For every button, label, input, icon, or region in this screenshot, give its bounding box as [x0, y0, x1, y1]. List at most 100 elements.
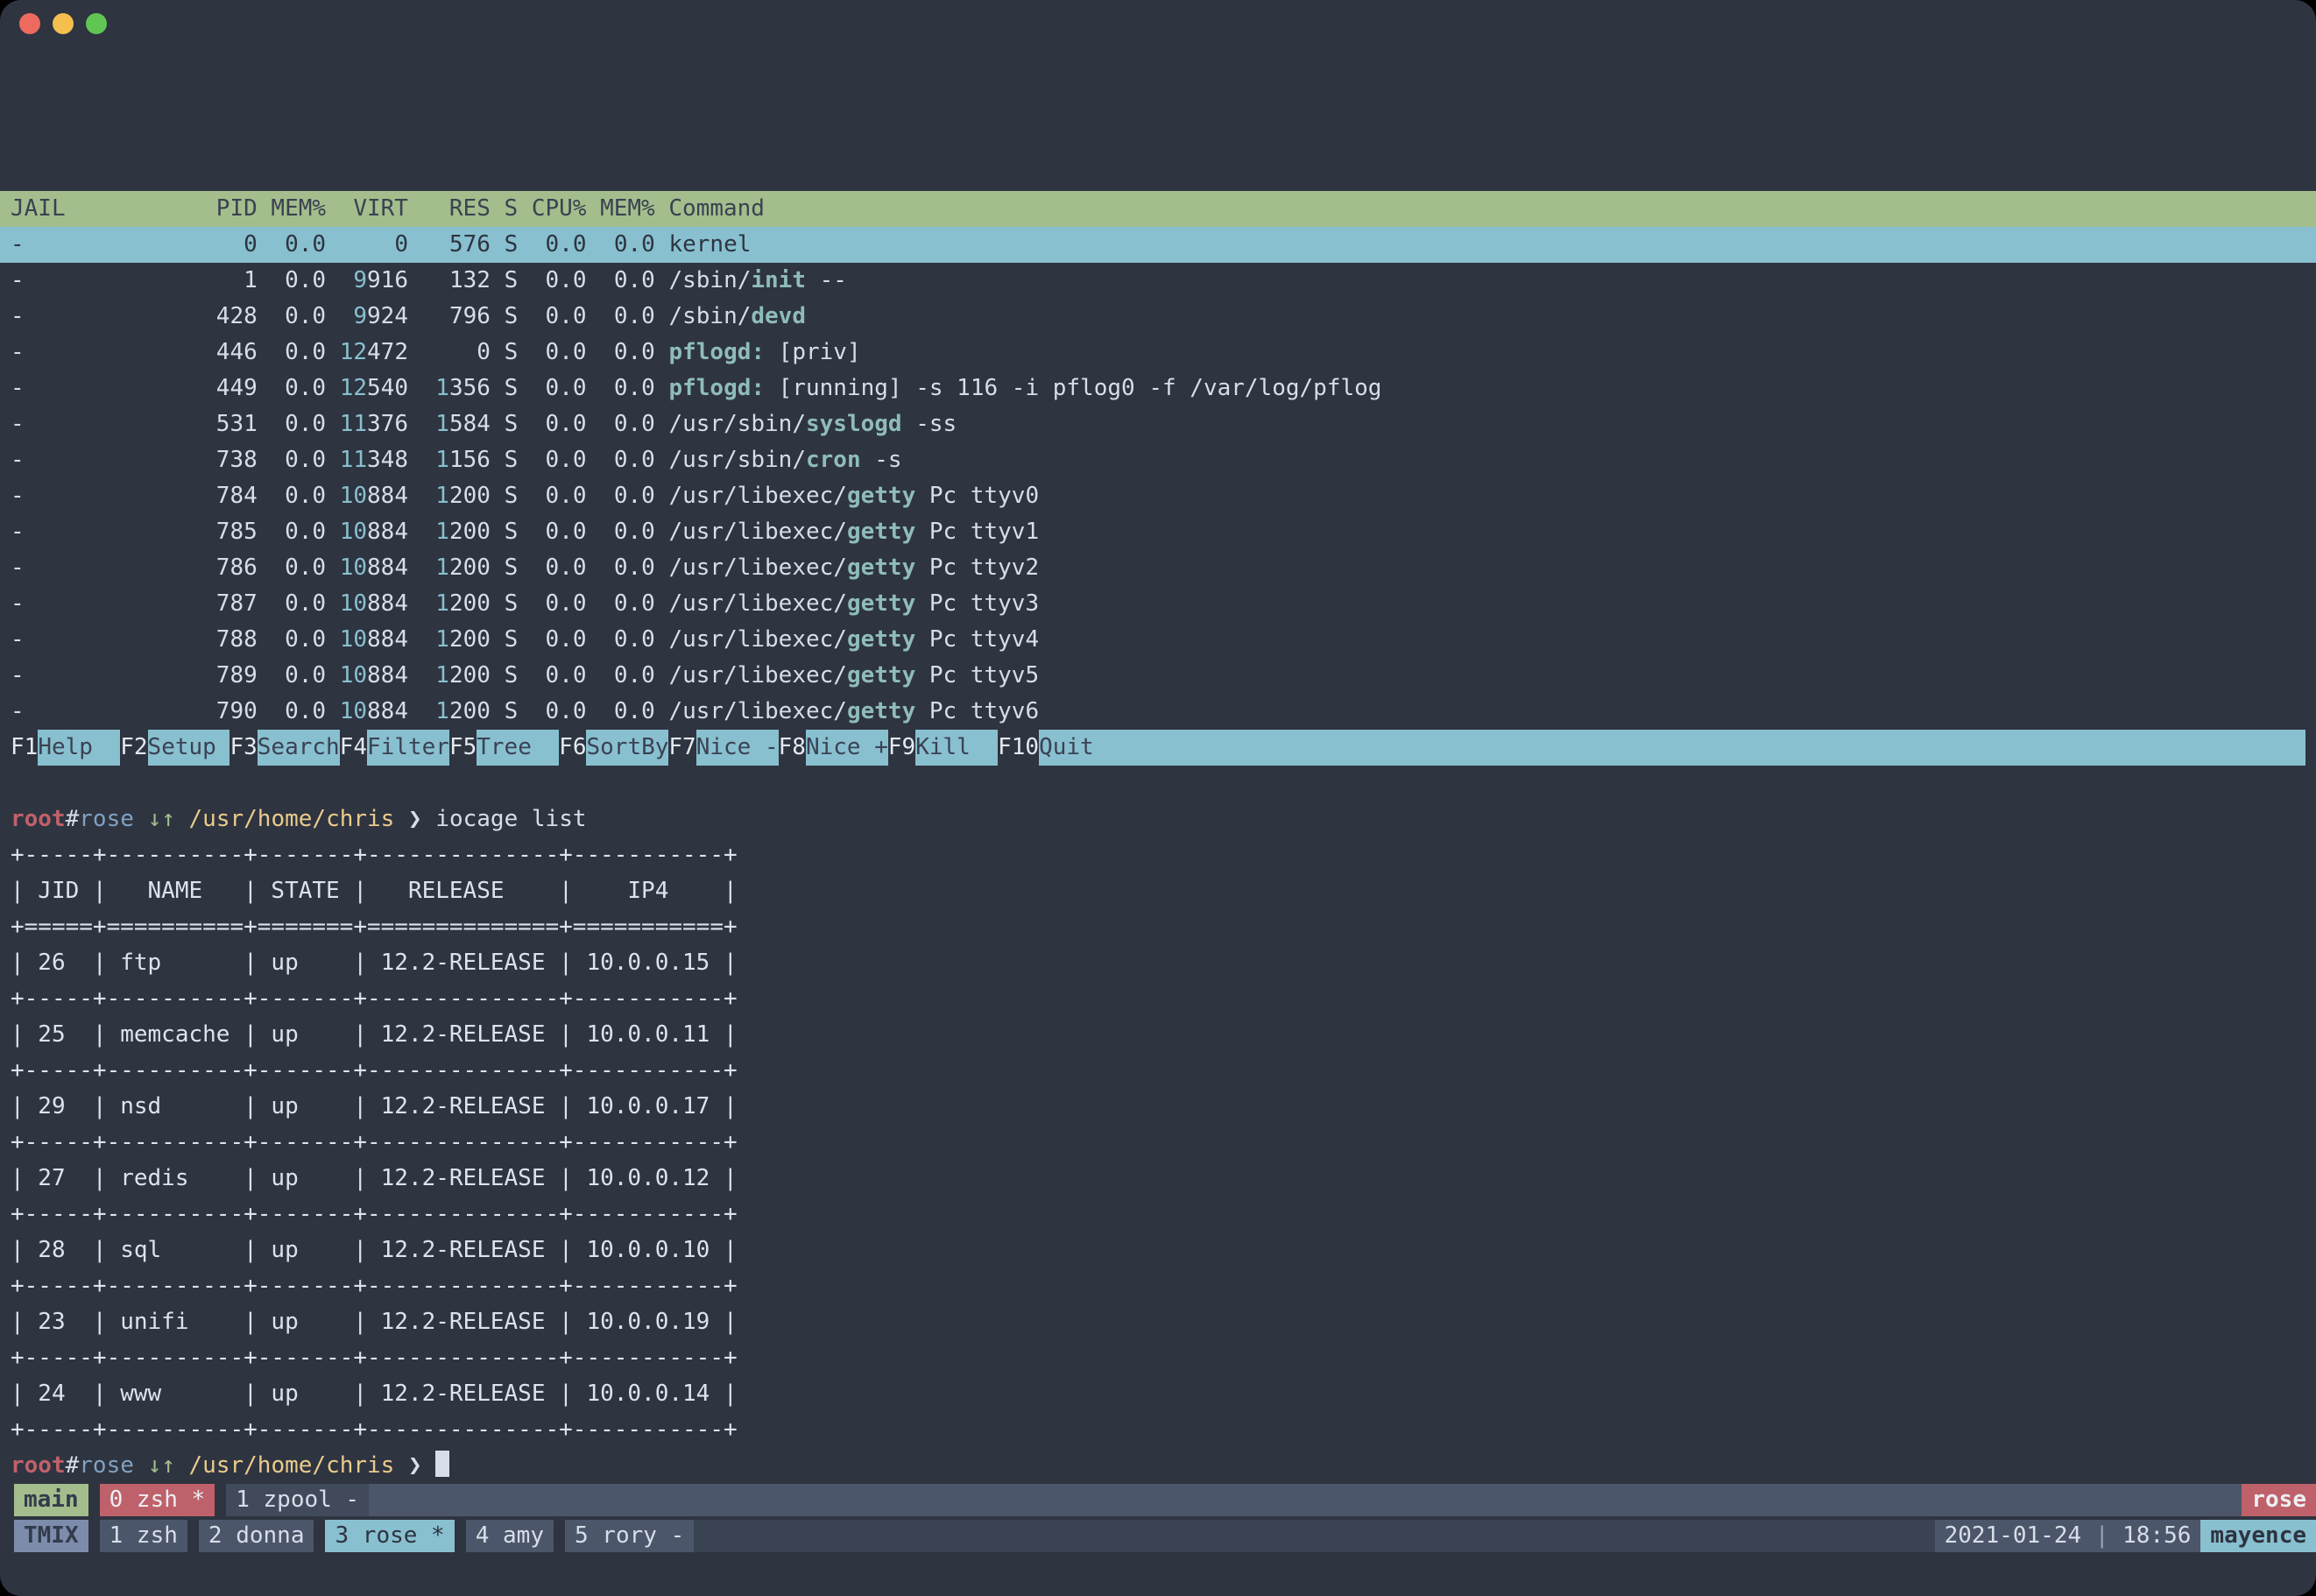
jail-table-line: +-----+----------+-------+--------------… [11, 981, 2305, 1017]
fkey-label: Quit [1039, 730, 2305, 766]
fkey-label: Filter [367, 730, 449, 766]
tmux-status-row-1: main 0 zsh * 1 zpool - rose [0, 1484, 2316, 1520]
fkey-key: F3 [229, 730, 257, 766]
jail-table-line: +-----+----------+-------+--------------… [11, 1340, 2305, 1376]
fkey-f2-setup[interactable]: F2Setup [120, 730, 229, 766]
cpu-meter-line: Avg[||0.5%]Hostname: rose [11, 47, 2305, 83]
fkey-key: F7 [668, 730, 696, 766]
window-titlebar [0, 0, 2316, 47]
fkey-label: Kill [915, 730, 998, 766]
process-row[interactable]: - 788 0.0 10884 1200 S 0.0 0.0 /usr/libe… [0, 622, 2316, 658]
fkey-f7-nice-[interactable]: F7Nice - [668, 730, 778, 766]
process-row-selected[interactable]: - 0 0.0 0 576 S 0.0 0.0 kernel [0, 227, 2316, 263]
process-row[interactable]: - 449 0.0 12540 1356 S 0.0 0.0 pflogd: [… [0, 371, 2316, 406]
fkey-f1-help[interactable]: F1Help [11, 730, 120, 766]
jail-table-header: | JID | NAME | STATE | RELEASE | IP4 | [11, 873, 2305, 909]
jail-table-line: +=====+==========+=======+==============… [11, 909, 2305, 945]
fkey-f8-nice-[interactable]: F8Nice + [779, 730, 888, 766]
fkey-label: Help [38, 730, 120, 766]
jail-table-line: | 27 | redis | up | 12.2-RELEASE | 10.0.… [11, 1161, 2305, 1197]
process-row[interactable]: - 738 0.0 11348 1156 S 0.0 0.0 /usr/sbin… [0, 442, 2316, 478]
fkey-key: F5 [449, 730, 477, 766]
tmux-session-name[interactable]: main [14, 1484, 88, 1516]
fkey-f4-filter[interactable]: F4Filter [340, 730, 449, 766]
close-button[interactable] [19, 13, 40, 34]
status-separator: | [2081, 1522, 2122, 1549]
fkey-f6-sortby[interactable]: F6SortBy [559, 730, 668, 766]
iocage-jail-table: +-----+----------+-------+--------------… [11, 837, 2305, 1448]
jail-table-line: +-----+----------+-------+--------------… [11, 1412, 2305, 1448]
process-table-header[interactable]: JAIL PID MEM% VIRT RES S CPU% MEM% Comma… [0, 191, 2316, 227]
arc-line: ARC: 14.2G Used:7.12G MFU:5.53G MRU:833M… [11, 155, 2305, 191]
tmux-user-badge: mayence [2200, 1520, 2316, 1552]
tmux-datetime: 2021-01-24 | 18:56 [1935, 1520, 2201, 1552]
fkey-key: F8 [779, 730, 806, 766]
jail-table-line: +-----+----------+-------+--------------… [11, 1125, 2305, 1161]
tmux-status-row-2: TMIX 1 zsh 2 donna 3 rose * 4 amy 5 rory - 202… [0, 1520, 2316, 1556]
jail-table-line: +-----+----------+-------+--------------… [11, 1053, 2305, 1089]
process-row[interactable]: - 787 0.0 10884 1200 S 0.0 0.0 /usr/libe… [0, 586, 2316, 622]
tmux-window-tab[interactable]: 1 zsh [100, 1520, 187, 1552]
jail-table-line: | 26 | ftp | up | 12.2-RELEASE | 10.0.0.… [11, 945, 2305, 981]
terminal-content: Avg[||0.5%]Hostname: rose Mem[||||||||||… [0, 47, 2316, 1556]
fkey-f3-search[interactable]: F3Search [229, 730, 339, 766]
fkey-key: F4 [340, 730, 367, 766]
prompt-line-1: root#rose ↓↑ /usr/home/chris ❯ iocage li… [11, 802, 2305, 837]
tmux-session-name[interactable]: TMIX [14, 1520, 88, 1552]
fkey-label: Search [258, 730, 340, 766]
process-row[interactable]: - 531 0.0 11376 1584 S 0.0 0.0 /usr/sbin… [0, 406, 2316, 442]
status-filler [369, 1484, 2242, 1516]
fkey-f5-tree[interactable]: F5Tree [449, 730, 559, 766]
fkey-label: SortBy [586, 730, 668, 766]
swap-meter-line: Swp[|4.61M/2.00G]Tasks: 89, 0 thr; 2 run… [11, 119, 2305, 155]
jail-table-line: | 23 | unifi | up | 12.2-RELEASE | 10.0.… [11, 1304, 2305, 1340]
process-row[interactable]: - 1 0.0 9916 132 S 0.0 0.0 /sbin/init -- [0, 263, 2316, 299]
tmux-hostname-badge: rose [2242, 1484, 2316, 1516]
minimize-button[interactable] [53, 13, 74, 34]
blank-line [11, 766, 2305, 802]
tmux-window-tab[interactable]: 4 amy [466, 1520, 554, 1552]
process-row[interactable]: - 428 0.0 9924 796 S 0.0 0.0 /sbin/devd [0, 299, 2316, 335]
terminal-window: Avg[||0.5%]Hostname: rose Mem[||||||||||… [0, 0, 2316, 1596]
jail-table-line: +-----+----------+-------+--------------… [11, 1197, 2305, 1232]
process-row[interactable]: - 785 0.0 10884 1200 S 0.0 0.0 /usr/libe… [0, 514, 2316, 550]
function-key-bar: F1Help F2Setup F3SearchF4FilterF5Tree F6… [0, 730, 2316, 766]
mem-meter-line: Mem[||||||||||||||||||||||||||||||||||||… [11, 83, 2305, 119]
fkey-label: Setup [148, 730, 230, 766]
process-row[interactable]: - 789 0.0 10884 1200 S 0.0 0.0 /usr/libe… [0, 658, 2316, 694]
fkey-label: Tree [477, 730, 559, 766]
jail-table-line: +-----+----------+-------+--------------… [11, 1268, 2305, 1304]
prompt-line-2: root#rose ↓↑ /usr/home/chris ❯ [11, 1448, 2305, 1484]
process-row[interactable]: - 786 0.0 10884 1200 S 0.0 0.0 /usr/libe… [0, 550, 2316, 586]
fkey-key: F1 [11, 730, 38, 766]
tmux-window-tab[interactable]: 2 donna [199, 1520, 314, 1552]
process-row[interactable]: - 446 0.0 12472 0 S 0.0 0.0 pflogd: [pri… [0, 335, 2316, 371]
jail-table-line: | 28 | sql | up | 12.2-RELEASE | 10.0.0.… [11, 1232, 2305, 1268]
tmux-window-tab[interactable]: 0 zsh * [100, 1484, 215, 1516]
maximize-button[interactable] [86, 13, 107, 34]
process-row[interactable]: - 790 0.0 10884 1200 S 0.0 0.0 /usr/libe… [0, 694, 2316, 730]
fkey-f9-kill[interactable]: F9Kill [888, 730, 998, 766]
fkey-label: Nice + [806, 730, 888, 766]
tmux-window-tab-active[interactable]: 3 rose * [325, 1520, 454, 1552]
jail-table-line: | 25 | memcache | up | 12.2-RELEASE | 10… [11, 1017, 2305, 1053]
fkey-key: F10 [998, 730, 1039, 766]
fkey-key: F9 [888, 730, 915, 766]
jail-table-line: +-----+----------+-------+--------------… [11, 837, 2305, 873]
tmux-window-tab[interactable]: 1 zpool - [226, 1484, 369, 1516]
shell-prompt: root#rose ↓↑ /usr/home/chris ❯ iocage li… [11, 806, 587, 832]
fkey-key: F6 [559, 730, 586, 766]
jail-table-line: | 29 | nsd | up | 12.2-RELEASE | 10.0.0.… [11, 1089, 2305, 1125]
fkey-key: F2 [120, 730, 147, 766]
status-date: 2021-01-24 [1945, 1522, 2082, 1549]
tmux-window-tab[interactable]: 5 rory - [565, 1520, 694, 1552]
jail-table-line: | 24 | www | up | 12.2-RELEASE | 10.0.0.… [11, 1376, 2305, 1412]
process-row[interactable]: - 784 0.0 10884 1200 S 0.0 0.0 /usr/libe… [0, 478, 2316, 514]
fkey-f10-quit[interactable]: F10Quit [998, 730, 2305, 766]
status-time: 18:56 [2122, 1522, 2191, 1549]
status-filler [694, 1520, 1934, 1552]
process-table: - 0 0.0 0 576 S 0.0 0.0 kernel- 1 0.0 99… [11, 227, 2305, 730]
shell-prompt: root#rose ↓↑ /usr/home/chris ❯ [11, 1452, 435, 1479]
fkey-label: Nice - [696, 730, 779, 766]
text-cursor [435, 1451, 449, 1477]
